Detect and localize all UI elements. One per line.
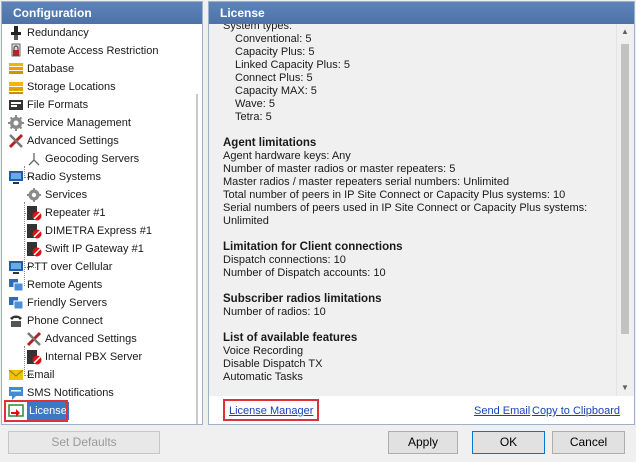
ptt-cellular-icon [8, 259, 24, 275]
license-highlight-box [4, 400, 68, 422]
feature-line: Voice Recording [223, 345, 304, 357]
license-content: System types: Conventional: 5 Capacity P… [209, 24, 634, 396]
license-manager-highlight-box [223, 399, 319, 421]
repeater-disabled-icon [26, 223, 42, 239]
features-heading: List of available features [223, 332, 358, 344]
remote-agents-icon [8, 277, 24, 293]
license-header: License [209, 2, 634, 24]
database-icon [8, 61, 24, 77]
storage-icon [8, 79, 24, 95]
ok-button[interactable]: OK [472, 431, 545, 454]
agent-limitations-heading: Agent limitations [223, 137, 317, 149]
send-email-link[interactable]: Send Email [474, 405, 530, 417]
configuration-tree: Redundancy Remote Access Restriction Dat… [2, 24, 202, 424]
tree-connector [24, 346, 25, 376]
scroll-up-arrow[interactable]: ▲ [617, 24, 633, 40]
cancel-button[interactable]: Cancel [552, 431, 625, 454]
agent-limitation-line: Agent hardware keys: Any [223, 150, 351, 162]
pbx-disabled-icon [26, 349, 42, 365]
gear-icon [26, 187, 42, 203]
content-scrollbar[interactable]: ▲ ▼ [616, 24, 633, 396]
agent-limitation-line: Serial numbers of peers used in IP Site … [223, 202, 588, 214]
system-type-line: Connect Plus: 5 [235, 72, 313, 84]
client-limitations-heading: Limitation for Client connections [223, 241, 403, 253]
system-type-line: Capacity Plus: 5 [235, 46, 315, 58]
configuration-panel: Configuration Redundancy Remote Access R… [1, 1, 203, 425]
scroll-thumb[interactable] [621, 44, 629, 334]
repeater-disabled-icon [26, 205, 42, 221]
license-text: System types: Conventional: 5 Capacity P… [223, 24, 614, 384]
agent-limitation-line: Number of master radios or master repeat… [223, 163, 456, 175]
system-type-line: Tetra: 5 [235, 111, 272, 123]
license-links-bar: License Manager Send Email Copy to Clipb… [209, 398, 634, 422]
copy-to-clipboard-link[interactable]: Copy to Clipboard [532, 405, 620, 417]
configuration-header: Configuration [2, 2, 202, 24]
set-defaults-button[interactable]: Set Defaults [8, 431, 160, 454]
redundancy-icon [8, 25, 24, 41]
friendly-servers-icon [8, 295, 24, 311]
system-type-line: Linked Capacity Plus: 5 [235, 59, 350, 71]
tree-connector [24, 202, 25, 286]
agent-limitation-line: Total number of peers in IP Site Connect… [223, 189, 566, 201]
gear-icon [8, 115, 24, 131]
feature-line: Automatic Tasks [223, 371, 303, 383]
system-type-line: Wave: 5 [235, 98, 275, 110]
radio-systems-icon [8, 169, 24, 185]
subscriber-limitation-line: Number of radios: 10 [223, 306, 326, 318]
tools-icon [26, 331, 42, 347]
system-type-line: Capacity MAX: 5 [235, 85, 317, 97]
lock-icon [8, 43, 24, 59]
system-types-label: System types: [223, 24, 293, 32]
system-type-line: Conventional: 5 [235, 33, 312, 45]
client-limitation-line: Number of Dispatch accounts: 10 [223, 267, 386, 279]
sms-icon [8, 385, 24, 401]
feature-line: Disable Dispatch TX [223, 358, 323, 370]
phone-icon [8, 313, 24, 329]
apply-button[interactable]: Apply [388, 431, 458, 454]
license-panel: License System types: Conventional: 5 Ca… [208, 1, 635, 425]
agent-limitation-line: Master radios / master repeaters serial … [223, 176, 510, 188]
email-icon [8, 367, 24, 383]
tools-icon [8, 133, 24, 149]
tree-scrollbar[interactable] [196, 94, 198, 424]
repeater-disabled-icon [26, 241, 42, 257]
scroll-down-arrow[interactable]: ▼ [617, 380, 633, 396]
file-formats-icon [8, 97, 24, 113]
subscriber-limitations-heading: Subscriber radios limitations [223, 293, 382, 305]
agent-limitation-line: Unlimited [223, 215, 269, 227]
geocoding-icon [26, 151, 42, 167]
client-limitation-line: Dispatch connections: 10 [223, 254, 346, 266]
